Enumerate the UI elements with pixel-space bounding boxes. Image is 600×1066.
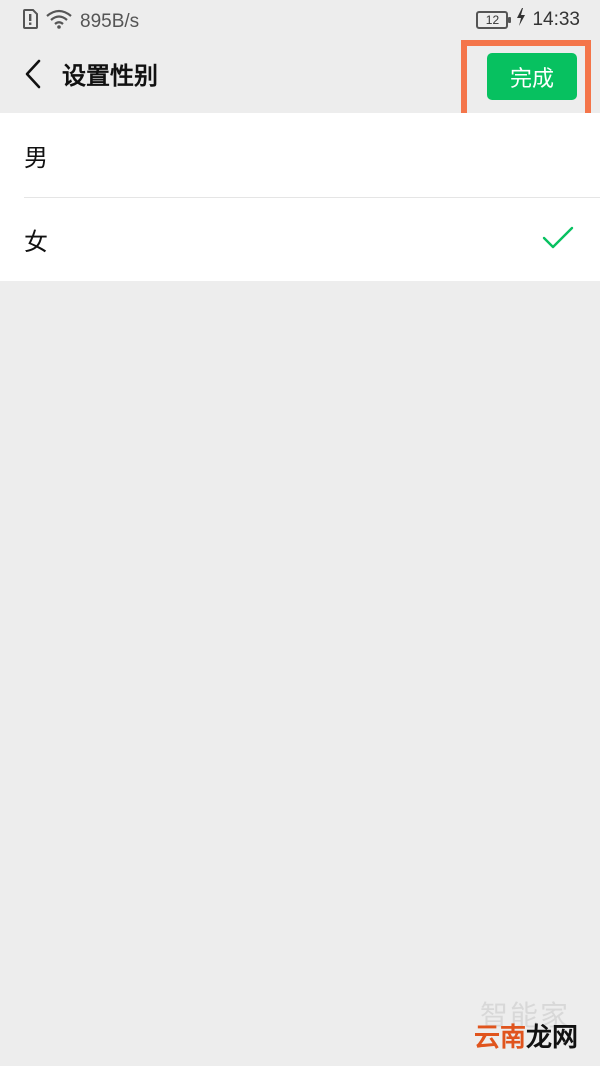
option-male[interactable]: 男: [0, 113, 600, 197]
wifi-icon: [46, 9, 72, 35]
chevron-left-icon: [23, 59, 43, 93]
sim-alert-icon: [22, 9, 38, 35]
back-button[interactable]: [14, 56, 52, 96]
done-button[interactable]: 完成: [487, 53, 577, 100]
option-female[interactable]: 女: [0, 197, 600, 281]
watermark-brand-part2: 龙网: [525, 1023, 578, 1053]
option-label: 男: [24, 143, 48, 172]
watermark-brand-part1: 云南: [473, 1023, 526, 1053]
screen: 895B/s 12 14:33 设置性别 完成 男 女 智能家 云南 龙网: [0, 0, 600, 1066]
status-right: 12 14:33: [476, 8, 580, 32]
status-bar: 895B/s 12 14:33: [0, 0, 600, 40]
status-time: 14:33: [532, 9, 580, 30]
network-speed: 895B/s: [80, 11, 140, 32]
page-title: 设置性别: [62, 62, 158, 90]
watermark-brand: 云南 龙网: [474, 1017, 578, 1054]
title-bar: 设置性别 完成: [0, 40, 600, 126]
charging-bolt-icon: [516, 8, 526, 32]
watermark-top-text: 智能家: [479, 999, 570, 1032]
status-left: 895B/s: [22, 9, 139, 35]
watermark: 智能家 云南 龙网: [438, 994, 578, 1054]
battery-icon: 12: [476, 11, 512, 29]
check-icon: [542, 225, 574, 251]
gender-option-list: 男 女: [0, 113, 600, 281]
battery-level: 12: [485, 13, 500, 27]
option-label: 女: [24, 227, 48, 256]
